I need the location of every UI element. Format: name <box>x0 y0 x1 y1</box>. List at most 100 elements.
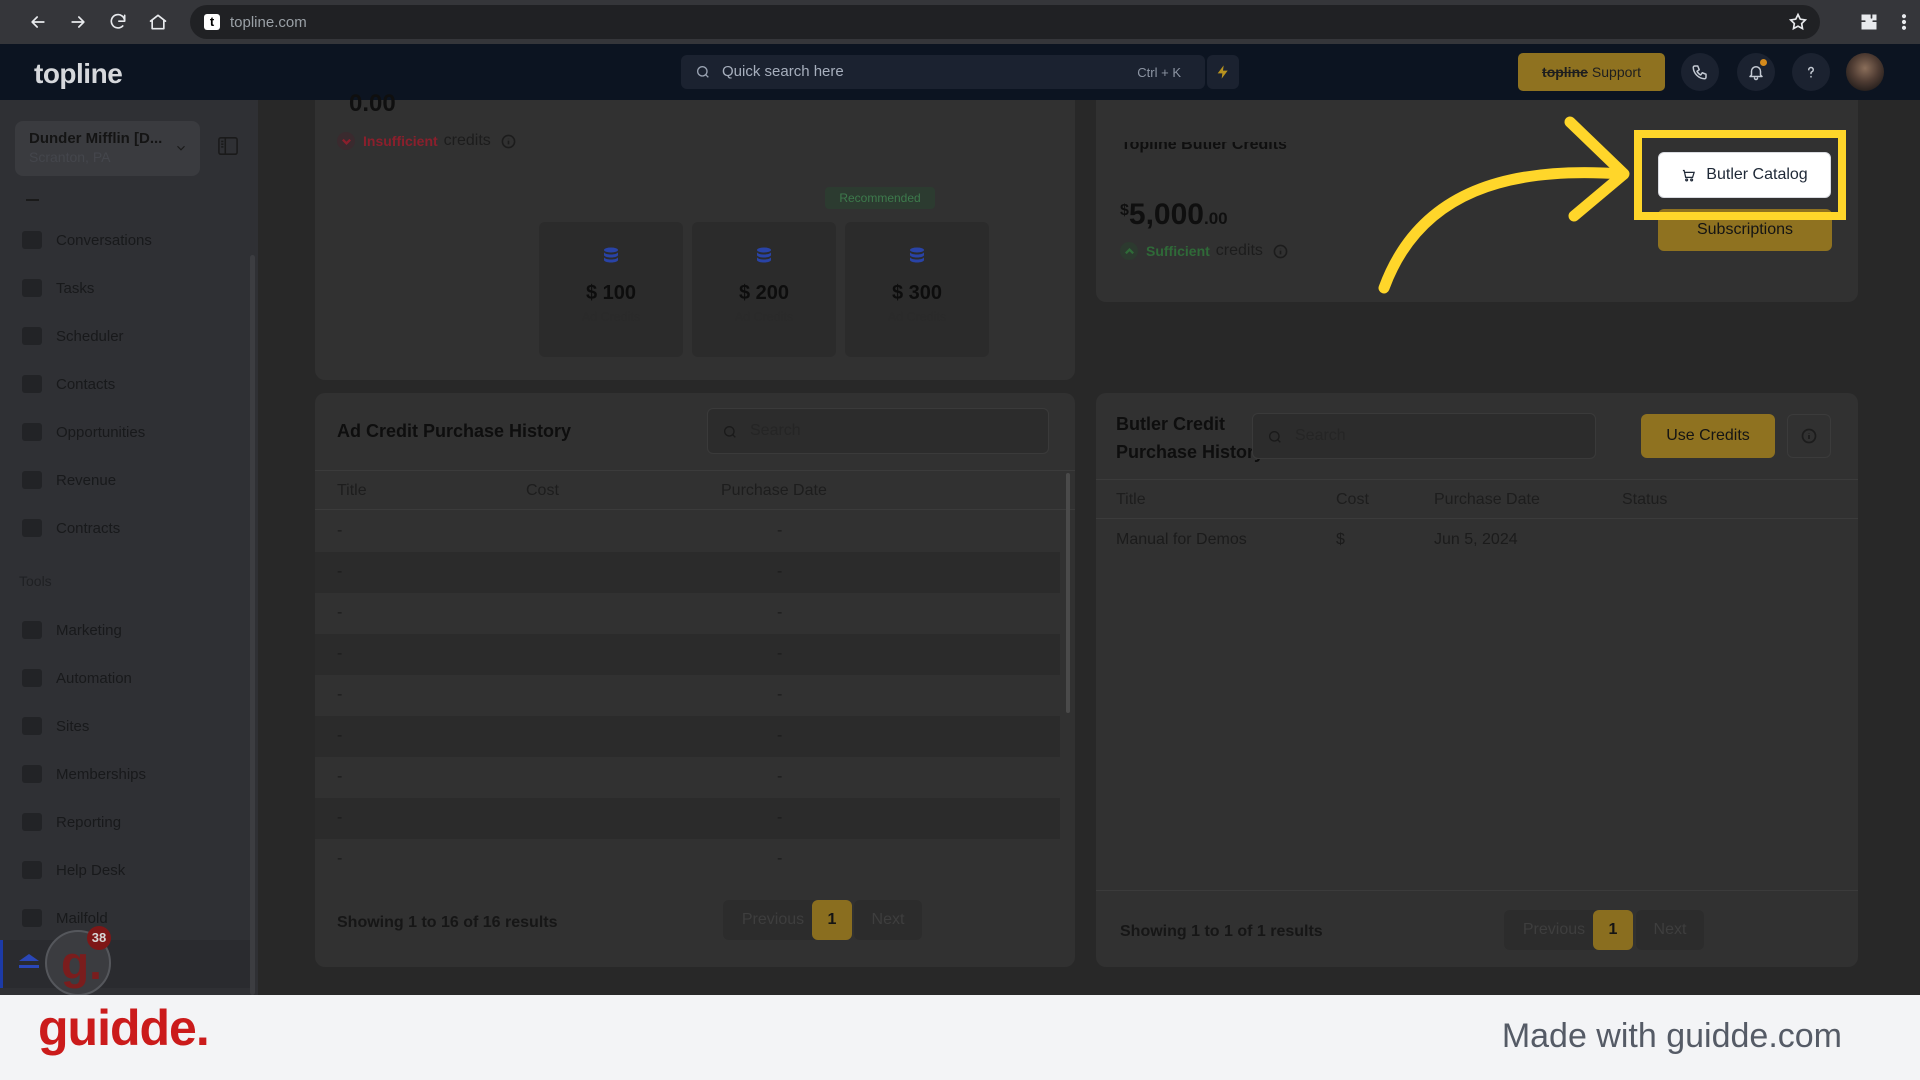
chat-icon <box>22 231 42 249</box>
cell-date: - <box>777 850 783 867</box>
table-row: -- <box>315 757 1060 798</box>
sidebar-item-memberships[interactable]: Memberships <box>22 761 146 787</box>
search-placeholder: Search <box>1295 427 1346 444</box>
info-icon[interactable] <box>1787 414 1831 458</box>
column-purchase-date[interactable]: Purchase Date <box>1434 491 1540 509</box>
ad-history-search-input[interactable]: Search <box>707 408 1049 454</box>
extensions-icon[interactable] <box>1859 12 1879 32</box>
browser-menu-icon[interactable] <box>1894 12 1914 32</box>
bookmark-star-icon[interactable] <box>1788 12 1808 32</box>
table-scrollbar[interactable] <box>1066 473 1070 713</box>
notifications-bell-icon[interactable] <box>1737 53 1775 91</box>
cell-cost: $ <box>1336 531 1345 548</box>
column-purchase-date[interactable]: Purchase Date <box>721 482 827 500</box>
quick-search-input[interactable]: Quick search here Ctrl + K <box>681 55 1205 89</box>
previous-page-button[interactable]: Previous <box>723 900 823 940</box>
info-icon[interactable] <box>501 134 516 149</box>
table-row: -- <box>315 716 1060 757</box>
column-status[interactable]: Status <box>1622 491 1667 509</box>
pie-icon <box>22 813 42 831</box>
forward-icon[interactable] <box>64 8 92 36</box>
pagination-summary: Showing 1 to 1 of 1 results <box>1120 923 1323 940</box>
sidebar-scrollbar[interactable] <box>250 255 255 995</box>
sidebar-item-active-payments[interactable] <box>0 940 250 988</box>
user-avatar[interactable] <box>1846 53 1884 91</box>
table-row: -- <box>315 798 1060 839</box>
cell-title: - <box>337 809 343 826</box>
column-title[interactable]: Title <box>1116 491 1146 509</box>
sidebar-item-help-desk[interactable]: Help Desk <box>22 857 125 883</box>
globe-icon <box>22 717 42 735</box>
coins-stack-icon <box>603 247 619 265</box>
sidebar-item-conversations[interactable]: Conversations <box>22 227 152 253</box>
sidebar-item-opportunities[interactable]: Opportunities <box>22 419 145 445</box>
location-switcher[interactable]: Dunder Mifflin [D... Scranton, PA <box>15 121 200 176</box>
guidde-widget-count-badge: 38 <box>87 926 111 950</box>
gears-icon <box>22 669 42 687</box>
ad-credits-amount: 0.00 <box>349 90 396 117</box>
sidebar-item-contracts[interactable]: Contracts <box>22 515 120 541</box>
cell-date: - <box>777 645 783 662</box>
cell-title: - <box>337 727 343 744</box>
sidebar-item-label: Contacts <box>56 375 116 393</box>
table-row: -- <box>315 675 1060 716</box>
home-icon[interactable] <box>144 8 172 36</box>
reload-icon[interactable] <box>104 8 132 36</box>
sidebar-divider <box>26 199 39 201</box>
next-page-button[interactable]: Next <box>854 900 922 940</box>
ad-credit-package-100[interactable]: $ 100 Ad Credits <box>539 222 683 357</box>
previous-page-button[interactable]: Previous <box>1504 910 1604 950</box>
column-title[interactable]: Title <box>337 482 367 500</box>
document-icon <box>22 519 42 537</box>
location-name: Dunder Mifflin [D... <box>29 130 163 147</box>
ad-credit-package-300[interactable]: $ 300 Ad Credits <box>845 222 989 357</box>
coins-stack-icon <box>756 247 772 265</box>
back-icon[interactable] <box>24 8 52 36</box>
app-logo[interactable]: topline <box>34 58 123 90</box>
column-cost[interactable]: Cost <box>526 482 559 500</box>
url-text[interactable]: topline.com <box>230 14 307 31</box>
sidebar-item-contacts[interactable]: Contacts <box>22 371 115 397</box>
sidebar-item-marketing[interactable]: Marketing <box>22 617 122 643</box>
tutorial-arrow-icon <box>1378 116 1630 294</box>
calendar-icon <box>22 327 42 345</box>
page-1-button[interactable]: 1 <box>812 900 852 940</box>
collapse-sidebar-icon[interactable] <box>217 136 239 156</box>
chevron-down-icon <box>174 141 188 155</box>
ad-credit-package-200[interactable]: $ 200 Ad Credits <box>692 222 836 357</box>
use-credits-button[interactable]: Use Credits <box>1641 414 1775 458</box>
butler-catalog-button[interactable]: Butler Catalog <box>1658 152 1831 198</box>
sidebar-item-scheduler[interactable]: Scheduler <box>22 323 124 349</box>
sidebar-item-label: Help Desk <box>56 861 126 879</box>
table-row: -- <box>315 593 1060 634</box>
sidebar-item-revenue[interactable]: Revenue <box>22 467 116 493</box>
cell-title: - <box>337 850 343 867</box>
sidebar-item-reporting[interactable]: Reporting <box>22 809 121 835</box>
quick-actions-bolt-icon[interactable] <box>1207 55 1239 89</box>
page-1-button[interactable]: 1 <box>1593 910 1633 950</box>
column-cost[interactable]: Cost <box>1336 491 1369 509</box>
butler-history-search-input[interactable]: Search <box>1252 413 1596 459</box>
credits-word: credits <box>443 132 491 149</box>
phone-icon[interactable] <box>1681 53 1719 91</box>
support-button[interactable]: topline Support <box>1518 53 1665 91</box>
ad-credits-card: 0.00 Insufficient credits Recommended $ … <box>315 90 1075 380</box>
address-bar[interactable]: t topline.com <box>190 5 1820 39</box>
ad-credits-status: Insufficient credits <box>337 132 516 150</box>
butler-credits-title: Topline Butler Credits <box>1121 136 1287 153</box>
sidebar-item-sites[interactable]: Sites <box>22 713 89 739</box>
help-question-icon[interactable] <box>1792 53 1830 91</box>
currency-symbol: $ <box>1120 202 1129 219</box>
made-with-guidde-text[interactable]: Made with guidde.com <box>1502 1017 1842 1056</box>
table-header: Title Cost Purchase Date Status <box>1096 479 1858 519</box>
chevron-down-icon <box>337 132 355 150</box>
sidebar-item-label: Revenue <box>56 471 117 489</box>
next-page-button[interactable]: Next <box>1636 910 1704 950</box>
sidebar-item-tasks[interactable]: Tasks <box>22 275 94 301</box>
table-row[interactable]: Manual for Demos $ Jun 5, 2024 <box>1096 520 1858 561</box>
package-amount: $ 200 <box>738 282 790 304</box>
sidebar-item-automation[interactable]: Automation <box>22 665 132 691</box>
guidde-logo[interactable]: guidde. <box>38 999 210 1057</box>
info-icon[interactable] <box>1273 244 1288 259</box>
guidde-widget-button[interactable]: g. 38 <box>45 926 111 996</box>
